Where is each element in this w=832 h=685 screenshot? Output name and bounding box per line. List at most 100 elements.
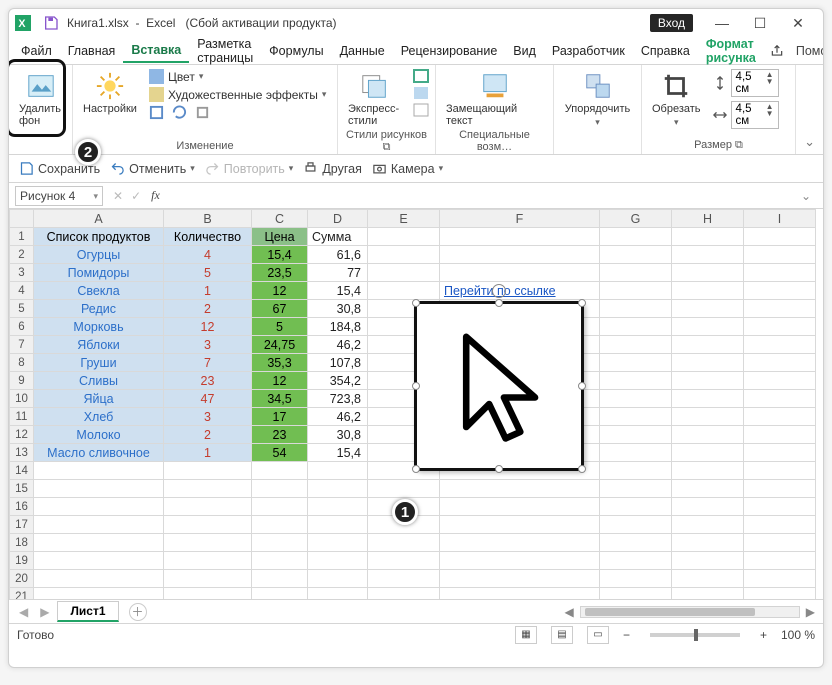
cell-F17[interactable] [440, 516, 600, 534]
cell-I2[interactable] [744, 246, 816, 264]
cell-H12[interactable] [672, 426, 744, 444]
col-header-C[interactable]: C [252, 210, 308, 228]
tab-format-picture[interactable]: Формат рисунка [698, 33, 764, 69]
share-button[interactable] [764, 44, 790, 58]
cell-D11[interactable]: 46,2 [308, 408, 368, 426]
col-header-E[interactable]: E [368, 210, 440, 228]
cell-E3[interactable] [368, 264, 440, 282]
cell-A10[interactable]: Яйца [34, 390, 164, 408]
zoom-out-button[interactable]: − [623, 628, 630, 642]
cell-B17[interactable] [164, 516, 252, 534]
cell-G8[interactable] [600, 354, 672, 372]
cell-A13[interactable]: Масло сливочное [34, 444, 164, 462]
cell-H10[interactable] [672, 390, 744, 408]
row-header-17[interactable]: 17 [10, 516, 34, 534]
cell-C2[interactable]: 15,4 [252, 246, 308, 264]
cell-F2[interactable] [440, 246, 600, 264]
cell-C14[interactable] [252, 462, 308, 480]
cell-D15[interactable] [308, 480, 368, 498]
col-header-B[interactable]: B [164, 210, 252, 228]
add-sheet-button[interactable]: ＋ [129, 603, 147, 621]
cell-G7[interactable] [600, 336, 672, 354]
reset-picture-icon[interactable] [195, 105, 210, 120]
col-header-H[interactable]: H [672, 210, 744, 228]
resize-handle-se[interactable] [578, 465, 586, 473]
row-header-19[interactable]: 19 [10, 552, 34, 570]
cell-G2[interactable] [600, 246, 672, 264]
cell-I1[interactable] [744, 228, 816, 246]
cell-A20[interactable] [34, 570, 164, 588]
resize-handle-e[interactable] [578, 382, 586, 390]
cell-C21[interactable] [252, 588, 308, 600]
cell-D4[interactable]: 15,4 [308, 282, 368, 300]
cell-A14[interactable] [34, 462, 164, 480]
cell-D8[interactable]: 107,8 [308, 354, 368, 372]
cell-F18[interactable] [440, 534, 600, 552]
cell-G21[interactable] [600, 588, 672, 600]
cell-I6[interactable] [744, 318, 816, 336]
cell-H21[interactable] [672, 588, 744, 600]
cell-C12[interactable]: 23 [252, 426, 308, 444]
cell-C19[interactable] [252, 552, 308, 570]
cell-G16[interactable] [600, 498, 672, 516]
cell-I12[interactable] [744, 426, 816, 444]
cell-D18[interactable] [308, 534, 368, 552]
cell-C5[interactable]: 67 [252, 300, 308, 318]
cell-B2[interactable]: 4 [164, 246, 252, 264]
cell-C4[interactable]: 12 [252, 282, 308, 300]
settings-button[interactable]: Настройки [79, 69, 141, 117]
cell-E15[interactable] [368, 480, 440, 498]
cell-H16[interactable] [672, 498, 744, 516]
sheet-nav-next[interactable]: ▶ [36, 605, 53, 619]
cell-B20[interactable] [164, 570, 252, 588]
tab-insert[interactable]: Вставка [123, 39, 189, 63]
cell-B21[interactable] [164, 588, 252, 600]
cell-H20[interactable] [672, 570, 744, 588]
cell-D17[interactable] [308, 516, 368, 534]
cell-A21[interactable] [34, 588, 164, 600]
cell-G20[interactable] [600, 570, 672, 588]
arrange-button[interactable]: Упорядочить [561, 69, 634, 130]
cell-B18[interactable] [164, 534, 252, 552]
row-header-4[interactable]: 4 [10, 282, 34, 300]
cell-G1[interactable] [600, 228, 672, 246]
cell-A18[interactable] [34, 534, 164, 552]
cell-I7[interactable] [744, 336, 816, 354]
cell-D20[interactable] [308, 570, 368, 588]
alt-text-button[interactable]: Замещающий текст [442, 69, 547, 129]
cell-F21[interactable] [440, 588, 600, 600]
worksheet[interactable]: ABCDEFGHI1Список продуктовКоличествоЦена… [9, 209, 823, 599]
cell-E21[interactable] [368, 588, 440, 600]
cell-D5[interactable]: 30,8 [308, 300, 368, 318]
cell-G18[interactable] [600, 534, 672, 552]
cell-D16[interactable] [308, 498, 368, 516]
cell-C13[interactable]: 54 [252, 444, 308, 462]
cell-A8[interactable]: Груши [34, 354, 164, 372]
cell-G5[interactable] [600, 300, 672, 318]
select-all-cell[interactable] [10, 210, 34, 228]
cell-C18[interactable] [252, 534, 308, 552]
cell-H17[interactable] [672, 516, 744, 534]
cell-H6[interactable] [672, 318, 744, 336]
row-header-5[interactable]: 5 [10, 300, 34, 318]
cell-C1[interactable]: Цена [252, 228, 308, 246]
cell-G9[interactable] [600, 372, 672, 390]
row-header-3[interactable]: 3 [10, 264, 34, 282]
cell-D3[interactable]: 77 [308, 264, 368, 282]
cell-C3[interactable]: 23,5 [252, 264, 308, 282]
cell-D9[interactable]: 354,2 [308, 372, 368, 390]
cell-I4[interactable] [744, 282, 816, 300]
cell-F16[interactable] [440, 498, 600, 516]
height-field[interactable]: 4,5 см▲▼ [713, 69, 779, 97]
cell-B7[interactable]: 3 [164, 336, 252, 354]
cell-B16[interactable] [164, 498, 252, 516]
cell-B1[interactable]: Количество [164, 228, 252, 246]
cell-B6[interactable]: 12 [164, 318, 252, 336]
sheet-tab-1[interactable]: Лист1 [57, 601, 118, 622]
cell-H13[interactable] [672, 444, 744, 462]
cell-C15[interactable] [252, 480, 308, 498]
cell-B14[interactable] [164, 462, 252, 480]
cell-D1[interactable]: Сумма [308, 228, 368, 246]
col-header-G[interactable]: G [600, 210, 672, 228]
cell-H18[interactable] [672, 534, 744, 552]
